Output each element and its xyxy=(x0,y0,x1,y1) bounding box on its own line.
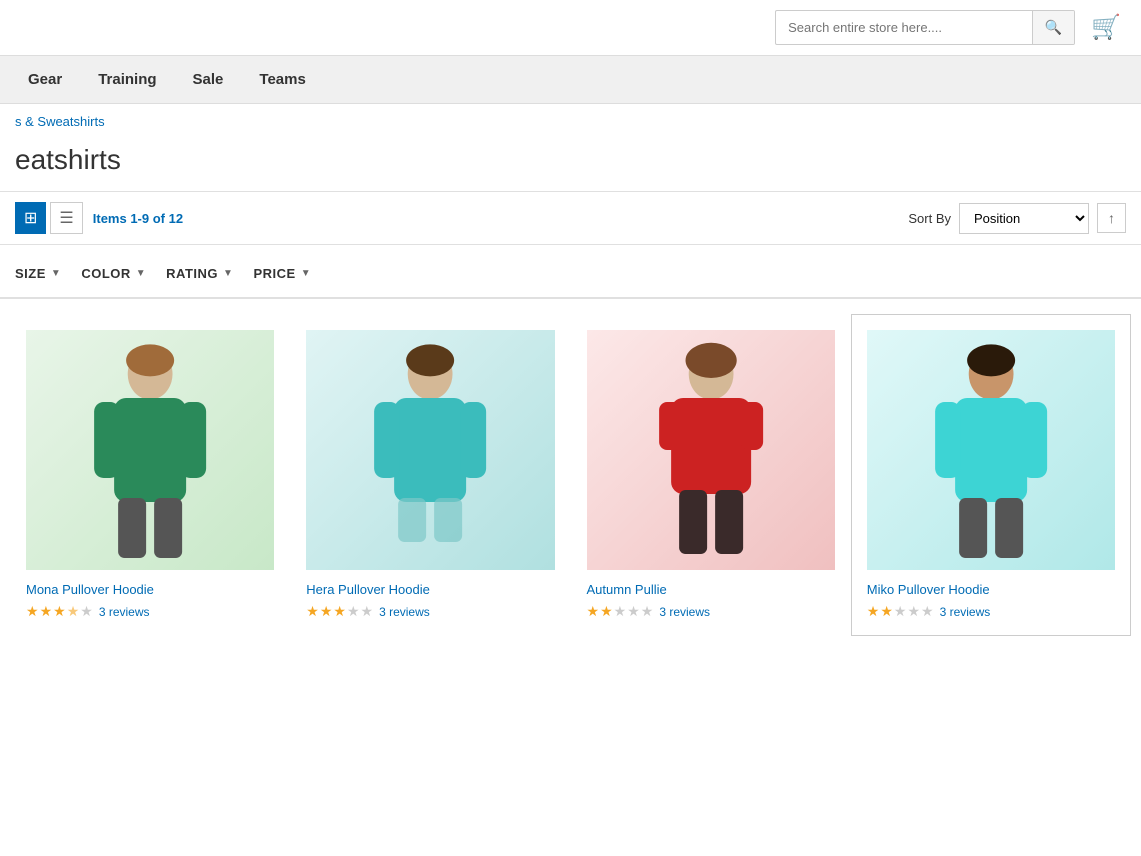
product-rating-autumn: ★ ★ ★ ★ ★ 3 reviews xyxy=(587,603,835,620)
view-toggle: ⊞ ☰ xyxy=(15,202,83,234)
stars-hera: ★ ★ ★ ★ ★ xyxy=(306,603,373,620)
filter-size-button[interactable]: SIZE ▼ xyxy=(15,260,81,287)
product-card-autumn: Autumn Pullie ★ ★ ★ ★ ★ 3 reviews xyxy=(571,314,851,636)
product-name-mona[interactable]: Mona Pullover Hoodie xyxy=(26,582,274,597)
reviews-link-miko[interactable]: 3 reviews xyxy=(940,605,991,619)
color-chevron-icon: ▼ xyxy=(136,268,146,279)
size-chevron-icon: ▼ xyxy=(51,268,61,279)
items-count: Items 1-9 of 12 xyxy=(93,211,183,226)
sort-direction-button[interactable]: ↑ xyxy=(1097,203,1126,233)
product-image-hera[interactable] xyxy=(306,330,554,570)
page-title: eatshirts xyxy=(0,139,1141,191)
items-total: 12 xyxy=(169,211,183,226)
sort-label: Sort By xyxy=(908,211,951,226)
view-list-button[interactable]: ☰ xyxy=(50,202,82,234)
breadcrumb-link[interactable]: s & Sweatshirts xyxy=(15,114,105,129)
product-image-autumn[interactable] xyxy=(587,330,835,570)
stars-autumn: ★ ★ ★ ★ ★ xyxy=(587,603,654,620)
reviews-link-mona[interactable]: 3 reviews xyxy=(99,605,150,619)
reviews-link-hera[interactable]: 3 reviews xyxy=(379,605,430,619)
items-range: 1-9 xyxy=(130,211,149,226)
nav-item-gear[interactable]: Gear xyxy=(10,56,80,103)
nav-item-sale[interactable]: Sale xyxy=(175,56,242,103)
product-image-miko[interactable] xyxy=(867,330,1115,570)
header: 🔍 🛒 xyxy=(0,0,1141,55)
filter-color-button[interactable]: COLOR ▼ xyxy=(81,260,166,287)
product-card-mona: Mona Pullover Hoodie ★ ★ ★ ★ ★ 3 reviews xyxy=(10,314,290,636)
search-button[interactable]: 🔍 xyxy=(1032,11,1074,44)
items-of-label: of xyxy=(149,211,169,226)
product-card-hera: Hera Pullover Hoodie ★ ★ ★ ★ ★ 3 reviews xyxy=(290,314,570,636)
filter-bar: SIZE ▼ COLOR ▼ RATING ▼ PRICE ▼ xyxy=(0,250,1141,299)
price-chevron-icon: ▼ xyxy=(301,268,311,279)
search-input[interactable] xyxy=(776,12,1032,43)
reviews-link-autumn[interactable]: 3 reviews xyxy=(659,605,710,619)
items-label-static: Items xyxy=(93,211,131,226)
product-grid: Mona Pullover Hoodie ★ ★ ★ ★ ★ 3 reviews xyxy=(0,314,1141,636)
search-form: 🔍 xyxy=(775,10,1075,45)
rating-chevron-icon: ▼ xyxy=(223,268,233,279)
product-rating-hera: ★ ★ ★ ★ ★ 3 reviews xyxy=(306,603,554,620)
toolbar-right: Sort By Position Name Price ↑ xyxy=(908,203,1126,234)
nav-item-training[interactable]: Training xyxy=(80,56,174,103)
stars-miko: ★ ★ ★ ★ ★ xyxy=(867,603,934,620)
main-nav: Gear Training Sale Teams xyxy=(0,55,1141,104)
filter-rating-button[interactable]: RATING ▼ xyxy=(166,260,253,287)
product-rating-mona: ★ ★ ★ ★ ★ 3 reviews xyxy=(26,603,274,620)
view-grid-button[interactable]: ⊞ xyxy=(15,202,46,234)
breadcrumb: s & Sweatshirts xyxy=(0,104,1141,139)
cart-icon[interactable]: 🛒 xyxy=(1091,13,1121,42)
product-name-miko[interactable]: Miko Pullover Hoodie xyxy=(867,582,1115,597)
stars-mona: ★ ★ ★ ★ ★ xyxy=(26,603,93,620)
filter-price-button[interactable]: PRICE ▼ xyxy=(253,260,331,287)
nav-item-teams[interactable]: Teams xyxy=(241,56,323,103)
toolbar-left: ⊞ ☰ Items 1-9 of 12 xyxy=(15,202,183,234)
toolbar: ⊞ ☰ Items 1-9 of 12 Sort By Position Nam… xyxy=(0,191,1141,245)
product-name-hera[interactable]: Hera Pullover Hoodie xyxy=(306,582,554,597)
product-image-mona[interactable] xyxy=(26,330,274,570)
sort-select[interactable]: Position Name Price xyxy=(959,203,1089,234)
product-rating-miko: ★ ★ ★ ★ ★ 3 reviews xyxy=(867,603,1115,620)
product-card-miko: Miko Pullover Hoodie ★ ★ ★ ★ ★ 3 reviews xyxy=(851,314,1131,636)
product-name-autumn[interactable]: Autumn Pullie xyxy=(587,582,835,597)
